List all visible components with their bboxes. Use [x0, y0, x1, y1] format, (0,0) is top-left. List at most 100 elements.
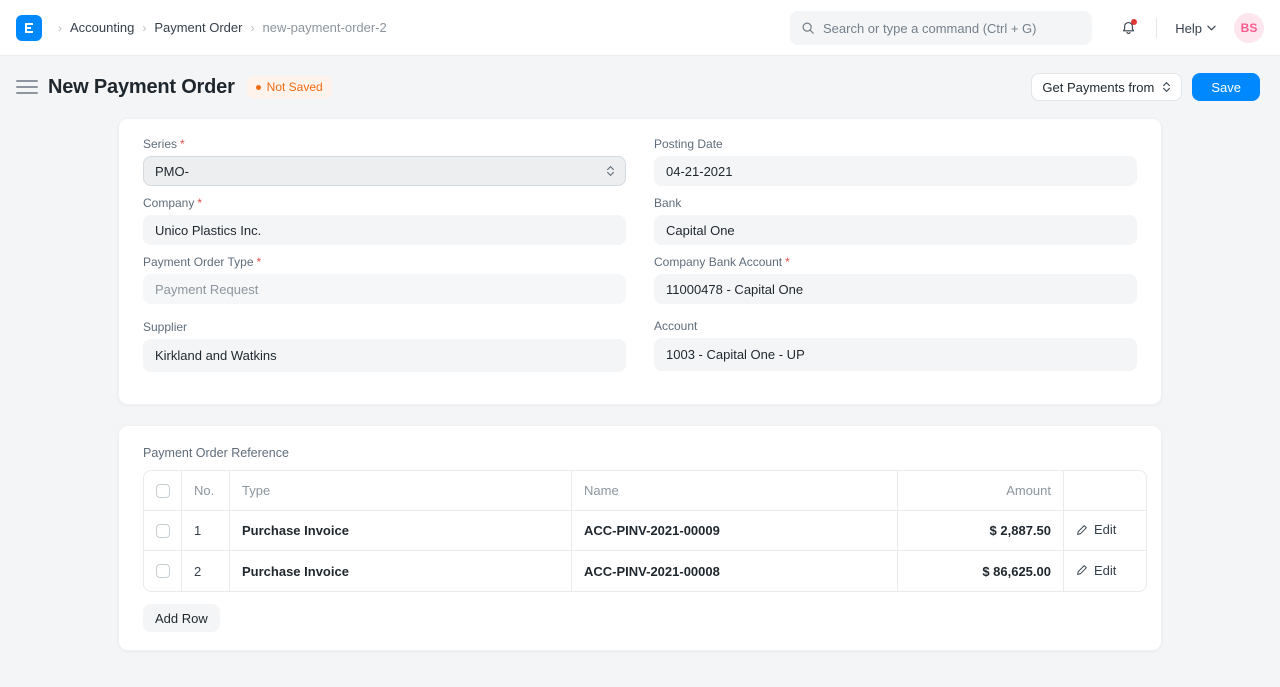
cell-type[interactable]: Purchase Invoice — [230, 551, 572, 591]
help-menu[interactable]: Help — [1169, 17, 1222, 40]
chevron-up-down-icon — [606, 165, 615, 177]
field-supplier: Supplier Kirkland and Watkins — [143, 320, 626, 372]
field-posting-date-label-row: Posting Date — [654, 137, 1137, 151]
field-company-label: Company — [143, 196, 194, 210]
field-company-bank-account-label: Company Bank Account — [654, 255, 782, 269]
get-payments-from-label: Get Payments from — [1042, 80, 1154, 95]
payment-order-reference-inner: Payment Order Reference No. Type Name Am… — [119, 426, 1161, 650]
supplier-input[interactable]: Kirkland and Watkins — [143, 339, 626, 372]
payment-order-reference-card: Payment Order Reference No. Type Name Am… — [118, 425, 1162, 651]
details-column-left: Series * PMO- Company — [143, 137, 626, 382]
field-payment-order-type: Payment Order Type * Payment Request — [143, 255, 626, 304]
payment-order-type-input[interactable]: Payment Request — [143, 274, 626, 304]
field-company-bank-account-label-row: Company Bank Account * — [654, 255, 1137, 269]
field-account-label: Account — [654, 319, 697, 333]
top-navbar: › Accounting › Payment Order › new-payme… — [0, 0, 1280, 56]
account-input[interactable]: 1003 - Capital One - UP — [654, 338, 1137, 371]
row-checkbox[interactable] — [156, 524, 170, 538]
column-header-amount[interactable]: Amount — [898, 471, 1064, 511]
hamburger-icon[interactable] — [16, 76, 38, 98]
field-series-label: Series — [143, 137, 177, 151]
field-series-label-row: Series * — [143, 137, 626, 151]
payment-order-type-placeholder: Payment Request — [155, 282, 258, 297]
bank-input[interactable]: Capital One — [654, 215, 1137, 245]
avatar[interactable]: BS — [1234, 13, 1264, 43]
table-body: 1 Purchase Invoice ACC-PINV-2021-00009 $… — [144, 511, 1146, 591]
field-payment-order-type-label: Payment Order Type — [143, 255, 254, 269]
page-header-actions: Get Payments from Save — [1031, 56, 1260, 118]
field-supplier-label-row: Supplier — [143, 320, 626, 334]
payment-order-reference-label: Payment Order Reference — [143, 446, 1137, 460]
series-select[interactable]: PMO- — [143, 156, 626, 186]
breadcrumb-item-payment-order[interactable]: Payment Order — [154, 20, 242, 35]
series-value: PMO- — [155, 164, 189, 179]
add-row-button[interactable]: Add Row — [143, 604, 220, 632]
required-asterisk: * — [785, 256, 790, 268]
page-header: New Payment Order Not Saved Get Payments… — [0, 56, 1280, 118]
breadcrumb-separator-2: › — [250, 21, 254, 35]
required-asterisk: * — [197, 197, 202, 209]
field-bank-label: Bank — [654, 196, 681, 210]
supplier-value: Kirkland and Watkins — [155, 348, 277, 363]
page-body: Series * PMO- Company — [0, 118, 1280, 651]
cell-name[interactable]: ACC-PINV-2021-00008 — [572, 551, 898, 591]
field-bank-label-row: Bank — [654, 196, 1137, 210]
account-value: 1003 - Capital One - UP — [666, 347, 805, 362]
details-card: Series * PMO- Company — [118, 118, 1162, 405]
search-input[interactable] — [823, 21, 1081, 36]
breadcrumb-separator-0: › — [58, 21, 62, 35]
table-header-row: No. Type Name Amount — [144, 471, 1146, 511]
field-bank: Bank Capital One — [654, 196, 1137, 245]
chevron-down-icon — [1207, 25, 1216, 31]
search-box[interactable] — [790, 11, 1092, 45]
breadcrumb-separator-1: › — [142, 21, 146, 35]
navbar-right: Help BS — [1112, 0, 1264, 56]
edit-row-button[interactable]: Edit — [1076, 563, 1116, 578]
select-all-checkbox[interactable] — [156, 484, 170, 498]
save-button[interactable]: Save — [1192, 73, 1260, 101]
table-head: No. Type Name Amount — [144, 471, 1146, 511]
edit-row-button[interactable]: Edit — [1076, 522, 1116, 537]
status-dot-icon — [256, 85, 261, 90]
company-bank-account-input[interactable]: 11000478 - Capital One — [654, 274, 1137, 304]
field-account-label-row: Account — [654, 319, 1137, 333]
search-icon — [801, 21, 815, 35]
company-input[interactable]: Unico Plastics Inc. — [143, 215, 626, 245]
status-badge-label: Not Saved — [267, 80, 323, 94]
table-row[interactable]: 1 Purchase Invoice ACC-PINV-2021-00009 $… — [144, 511, 1146, 551]
chevron-up-down-icon — [1162, 81, 1171, 93]
required-asterisk: * — [257, 256, 262, 268]
required-asterisk: * — [180, 138, 185, 150]
column-header-no[interactable]: No. — [182, 471, 230, 511]
column-header-name[interactable]: Name — [572, 471, 898, 511]
breadcrumb: › Accounting › Payment Order › new-payme… — [50, 20, 387, 35]
table-row[interactable]: 2 Purchase Invoice ACC-PINV-2021-00008 $… — [144, 551, 1146, 591]
erpnext-logo-icon[interactable] — [16, 15, 42, 41]
cell-amount[interactable]: $ 2,887.50 — [898, 511, 1064, 551]
breadcrumb-item-current: new-payment-order-2 — [262, 20, 386, 35]
field-payment-order-type-label-row: Payment Order Type * — [143, 255, 626, 269]
cell-amount[interactable]: $ 86,625.00 — [898, 551, 1064, 591]
column-header-type[interactable]: Type — [230, 471, 572, 511]
cell-edit: Edit — [1064, 551, 1146, 591]
field-supplier-label: Supplier — [143, 320, 187, 334]
page-title: New Payment Order — [48, 76, 235, 99]
cell-name[interactable]: ACC-PINV-2021-00009 — [572, 511, 898, 551]
cell-type[interactable]: Purchase Invoice — [230, 511, 572, 551]
bank-value: Capital One — [666, 223, 735, 238]
posting-date-value: 04-21-2021 — [666, 164, 733, 179]
column-header-actions — [1064, 471, 1146, 511]
cell-no: 2 — [182, 551, 230, 591]
field-series: Series * PMO- — [143, 137, 626, 186]
edit-row-label: Edit — [1094, 522, 1116, 537]
bell-icon[interactable] — [1112, 12, 1144, 44]
field-company-label-row: Company * — [143, 196, 626, 210]
edit-row-label: Edit — [1094, 563, 1116, 578]
row-checkbox[interactable] — [156, 564, 170, 578]
posting-date-input[interactable]: 04-21-2021 — [654, 156, 1137, 186]
company-value: Unico Plastics Inc. — [155, 223, 261, 238]
status-badge: Not Saved — [247, 76, 332, 98]
breadcrumb-item-accounting[interactable]: Accounting — [70, 20, 134, 35]
get-payments-from-button[interactable]: Get Payments from — [1031, 73, 1182, 101]
details-column-right: Posting Date 04-21-2021 Bank Capital One — [654, 137, 1137, 382]
